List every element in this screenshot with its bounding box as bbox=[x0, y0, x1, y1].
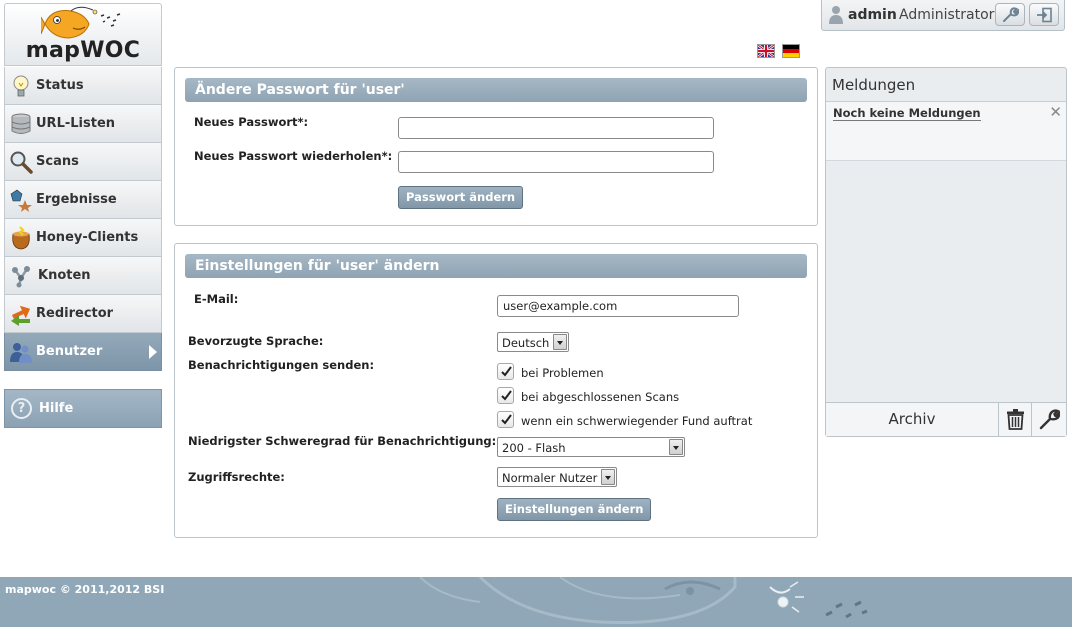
user-name: admin bbox=[848, 7, 897, 23]
sidebar-item-redirector[interactable]: Redirector bbox=[4, 295, 162, 333]
checkbox[interactable] bbox=[497, 411, 514, 428]
severity-label: Niedrigster Schweregrad für Benachrichti… bbox=[188, 434, 497, 448]
sidebar-item-scans[interactable]: Scans bbox=[4, 143, 162, 181]
help-button[interactable]: ? Hilfe bbox=[4, 389, 162, 428]
password-panel-title: Ändere Passwort für 'user' bbox=[185, 78, 807, 102]
english-flag[interactable] bbox=[757, 44, 775, 58]
messages-footer: Archiv bbox=[826, 402, 1066, 436]
settings-button[interactable] bbox=[995, 3, 1025, 26]
severity-select[interactable]: 200 - Flash bbox=[497, 437, 685, 457]
repeat-password-label: Neues Passwort wiederholen*: bbox=[194, 149, 393, 163]
user-bar: admin Administrator bbox=[821, 0, 1065, 31]
redirect-arrows-icon bbox=[11, 305, 31, 326]
checkmark-icon bbox=[501, 414, 512, 425]
magnifier-icon bbox=[10, 151, 33, 174]
logout-icon bbox=[1037, 7, 1052, 23]
logout-button[interactable] bbox=[1029, 3, 1059, 26]
sidebar-item-label: Scans bbox=[36, 154, 79, 169]
de-flag-icon bbox=[783, 45, 799, 57]
trash-icon bbox=[1007, 409, 1024, 430]
checkbox-label: bei Problemen bbox=[521, 366, 604, 380]
messages-empty-text: Noch keine Meldungen bbox=[833, 106, 981, 121]
app-logo[interactable]: mapWOC bbox=[4, 3, 162, 66]
copyright-text: mapwoc © 2011,2012 BSI bbox=[5, 583, 165, 596]
language-select[interactable]: Deutsch bbox=[497, 332, 569, 352]
clear-messages-button[interactable] bbox=[999, 403, 1032, 436]
sidebar-item-honey-clients[interactable]: Honey-Clients bbox=[4, 219, 162, 257]
sidebar-item-url-listen[interactable]: URL-Listen bbox=[4, 105, 162, 143]
database-icon bbox=[11, 113, 31, 134]
email-input[interactable] bbox=[497, 295, 739, 317]
messages-panel: Meldungen Noch keine Meldungen ✕ Archiv bbox=[825, 67, 1067, 437]
chevron-down-icon bbox=[553, 334, 567, 350]
wrench-icon bbox=[1003, 7, 1019, 22]
close-icon[interactable]: ✕ bbox=[1049, 103, 1062, 121]
change-password-button[interactable]: Passwort ändern bbox=[398, 186, 524, 209]
settings-panel-title: Einstellungen für 'user' ändern bbox=[185, 254, 807, 278]
sidebar-item-label: Benutzer bbox=[36, 344, 103, 359]
sidebar-item-label: Honey-Clients bbox=[36, 230, 139, 245]
checkbox[interactable] bbox=[497, 363, 514, 380]
message-settings-button[interactable] bbox=[1032, 403, 1066, 436]
messages-title: Meldungen bbox=[832, 76, 916, 94]
active-arrow-icon bbox=[149, 345, 157, 359]
lightbulb-icon bbox=[13, 75, 29, 97]
sidebar-item-label: Status bbox=[36, 78, 84, 93]
email-label: E-Mail: bbox=[194, 292, 239, 306]
archive-button[interactable]: Archiv bbox=[826, 403, 999, 436]
access-rights-select[interactable]: Normaler Nutzer bbox=[497, 467, 617, 487]
checkmark-icon bbox=[501, 390, 512, 401]
help-icon: ? bbox=[11, 398, 32, 419]
results-icon bbox=[10, 189, 32, 212]
sidebar-item-label: URL-Listen bbox=[36, 116, 116, 131]
notifications-label: Benachrichtigungen senden: bbox=[188, 358, 375, 372]
wrench-icon bbox=[1039, 409, 1060, 430]
language-select-value: Deutsch bbox=[502, 336, 550, 350]
checkmark-icon bbox=[501, 366, 512, 377]
uk-flag-icon bbox=[758, 45, 774, 57]
sidebar-item-label: Knoten bbox=[38, 268, 91, 283]
language-label: Bevorzugte Sprache: bbox=[188, 334, 324, 348]
honeypot-icon bbox=[12, 226, 30, 250]
logo-text: mapWOC bbox=[25, 38, 141, 63]
access-rights-label: Zugriffsrechte: bbox=[188, 470, 285, 484]
chevron-down-icon bbox=[601, 469, 615, 485]
checkbox-label: bei abgeschlossenen Scans bbox=[521, 390, 680, 404]
password-panel: Ändere Passwort für 'user' Neues Passwor… bbox=[174, 67, 818, 226]
list-item: Noch keine Meldungen ✕ bbox=[826, 102, 1066, 161]
sidebar-item-ergebnisse[interactable]: Ergebnisse bbox=[4, 181, 162, 219]
settings-panel: Einstellungen für 'user' ändern E-Mail: … bbox=[174, 243, 818, 538]
fish-logo-icon bbox=[41, 6, 121, 39]
repeat-password-input[interactable] bbox=[398, 151, 714, 173]
severity-select-value: 200 - Flash bbox=[502, 441, 566, 455]
sidebar-item-label: Ergebnisse bbox=[36, 192, 117, 207]
chevron-down-icon bbox=[669, 439, 683, 455]
users-icon bbox=[10, 343, 32, 363]
save-settings-button[interactable]: Einstellungen ändern bbox=[497, 498, 652, 521]
sidebar-item-label: Redirector bbox=[36, 306, 114, 321]
checkbox-label: wenn ein schwerwiegender Fund auftrat bbox=[521, 414, 753, 428]
sidebar-item-status[interactable]: Status bbox=[4, 67, 162, 105]
sidebar-item-benutzer[interactable]: Benutzer bbox=[4, 333, 162, 371]
access-rights-select-value: Normaler Nutzer bbox=[502, 471, 598, 485]
user-role: Administrator bbox=[899, 7, 995, 23]
help-label: Hilfe bbox=[39, 401, 74, 416]
footer: mapwoc © 2011,2012 BSI bbox=[0, 577, 1072, 627]
new-password-input[interactable] bbox=[398, 117, 714, 139]
sidebar-nav: Status URL-Listen Scans Ergebnisse Honey… bbox=[4, 67, 162, 371]
checkbox[interactable] bbox=[497, 387, 514, 404]
german-flag[interactable] bbox=[782, 44, 800, 58]
sidebar-item-knoten[interactable]: Knoten bbox=[4, 257, 162, 295]
nodes-icon bbox=[12, 266, 30, 288]
user-icon bbox=[829, 6, 843, 24]
new-password-label: Neues Passwort*: bbox=[194, 115, 309, 129]
